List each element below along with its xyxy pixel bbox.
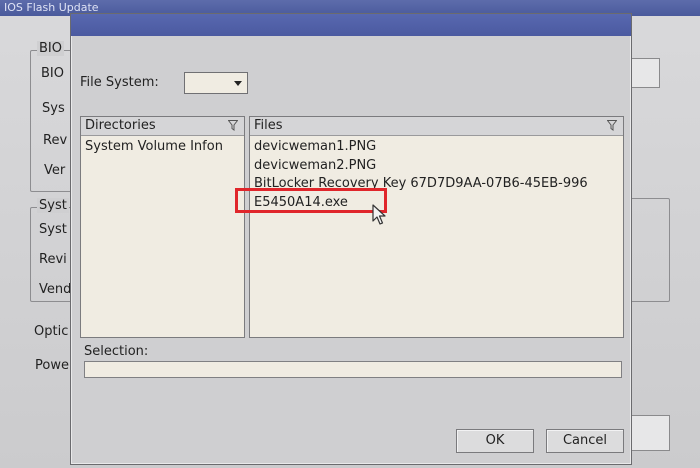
file-item[interactable]: devicweman1.PNG <box>254 139 376 154</box>
selection-label: Selection: <box>84 344 149 359</box>
power-label: Powe <box>35 358 69 373</box>
bios-label: BIO <box>41 66 64 81</box>
bios-group-legend: BIO <box>37 41 64 56</box>
system-field-label: Syst <box>39 222 67 237</box>
filter-icon[interactable] <box>228 120 238 131</box>
chevron-down-icon <box>234 81 242 86</box>
version-label: Ver <box>44 163 66 178</box>
right-group-frame <box>628 198 670 302</box>
file-system-label: File System: <box>80 75 159 90</box>
files-header-label: Files <box>254 118 283 133</box>
mouse-pointer-icon <box>372 204 386 225</box>
file-system-dropdown[interactable] <box>184 72 248 94</box>
file-browser-dialog: File System: Directories System Volume I… <box>70 13 632 465</box>
background-browse-button[interactable] <box>630 58 660 88</box>
background-action-button[interactable] <box>630 415 670 451</box>
selection-input[interactable] <box>84 361 622 378</box>
revision-field-label: Revi <box>39 252 67 267</box>
vendor-field-label: Vend <box>39 282 72 297</box>
options-label: Optic <box>34 324 69 339</box>
system-label: Sys <box>42 101 65 116</box>
revision-label: Rev <box>43 133 68 148</box>
files-header[interactable]: Files <box>250 117 623 136</box>
file-item[interactable]: devicweman2.PNG <box>254 158 376 173</box>
files-panel[interactable]: Files devicweman1.PNG devicweman2.PNG Bi… <box>249 116 624 338</box>
filter-icon[interactable] <box>607 120 617 131</box>
cancel-button[interactable]: Cancel <box>546 429 624 453</box>
dialog-titlebar <box>71 14 631 36</box>
system-group-legend: Syst <box>37 198 69 213</box>
ok-button[interactable]: OK <box>456 429 534 453</box>
directories-header-label: Directories <box>85 118 156 133</box>
directory-item[interactable]: System Volume Infon <box>85 139 223 154</box>
highlight-annotation-box <box>235 188 387 213</box>
directories-panel[interactable]: Directories System Volume Infon <box>80 116 245 338</box>
directories-header[interactable]: Directories <box>81 117 244 136</box>
